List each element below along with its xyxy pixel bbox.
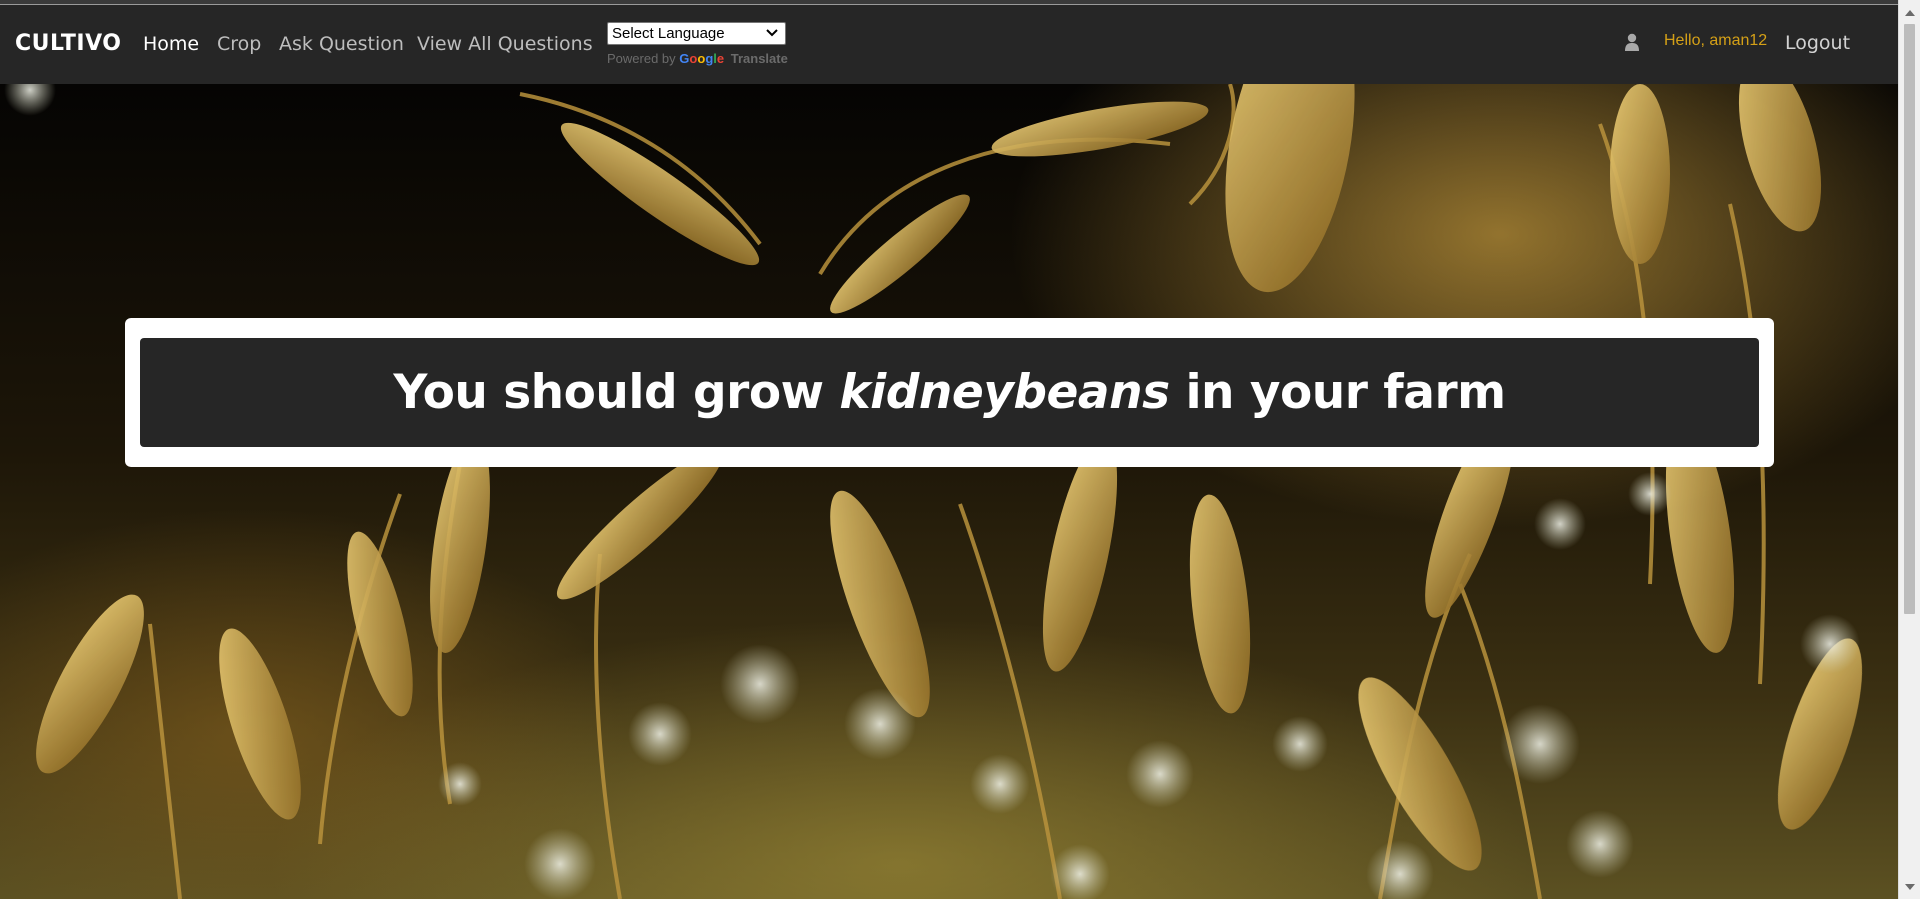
recommendation-suffix: in your farm xyxy=(1185,365,1506,420)
chevron-down-icon xyxy=(766,29,778,37)
language-select[interactable]: Select Language xyxy=(607,22,786,45)
scroll-up-arrow-icon[interactable] xyxy=(1905,10,1915,16)
page-viewport: CULTIVO Home Crop Ask Question View All … xyxy=(0,0,1898,899)
scroll-down-arrow-icon[interactable] xyxy=(1905,884,1915,890)
recommendation-prefix: You should grow xyxy=(393,365,824,420)
hero-section: You should grow kidneybeans in your farm xyxy=(0,84,1898,899)
result-card: You should grow kidneybeans in your farm xyxy=(125,318,1774,467)
nav-link-home[interactable]: Home xyxy=(143,33,199,55)
language-select-value: Select Language xyxy=(612,25,725,42)
powered-by-label: Powered by xyxy=(607,51,676,66)
crop-recommendation: You should grow kidneybeans in your farm xyxy=(393,365,1506,420)
scrollbar-thumb[interactable] xyxy=(1904,24,1915,614)
user-icon xyxy=(1625,33,1639,51)
brand-logo[interactable]: CULTIVO xyxy=(15,31,121,56)
wheat-field-background xyxy=(4,84,1863,899)
nav-link-ask-question[interactable]: Ask Question xyxy=(279,33,404,55)
result-banner: You should grow kidneybeans in your farm xyxy=(140,338,1759,447)
logout-link[interactable]: Logout xyxy=(1785,32,1850,54)
powered-by-google: Powered by Google Translate xyxy=(607,51,788,66)
vertical-scrollbar[interactable] xyxy=(1898,0,1920,899)
recommended-crop: kidneybeans xyxy=(839,365,1170,420)
user-greeting: Hello, aman12 xyxy=(1664,32,1768,49)
nav-link-view-all-questions[interactable]: View All Questions xyxy=(417,33,593,55)
google-logo[interactable]: Google xyxy=(679,51,724,66)
translate-link[interactable]: Translate xyxy=(731,51,788,66)
google-translate-widget: Select Language Powered by Google Transl… xyxy=(607,22,788,66)
navbar: CULTIVO Home Crop Ask Question View All … xyxy=(0,5,1898,84)
nav-link-crop[interactable]: Crop xyxy=(217,33,261,55)
